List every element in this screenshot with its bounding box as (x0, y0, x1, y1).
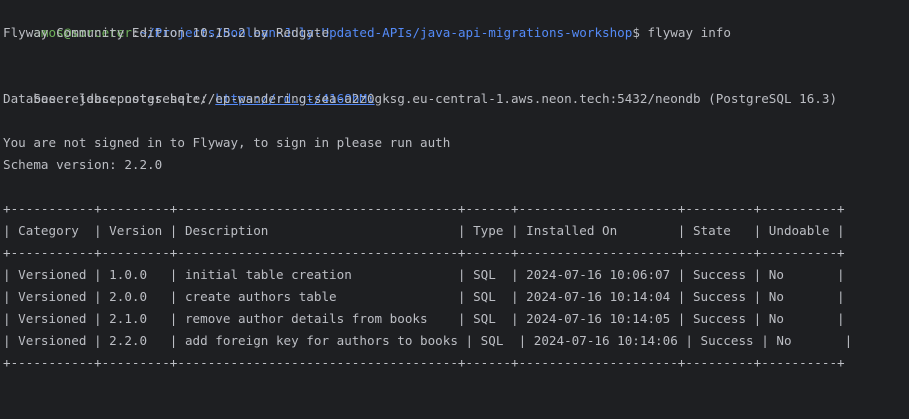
table-border-top: +-----------+---------+-----------------… (3, 201, 845, 216)
table-border-bottom: +-----------+---------+-----------------… (3, 355, 845, 370)
terminal-window[interactable]: amos@sorcerer:~/Projects/Boolean-July-Up… (0, 0, 909, 419)
command-text: flyway info (647, 25, 731, 40)
prompt-symbol: $ (632, 25, 648, 40)
table-header-row: | Category | Version | Description | Typ… (3, 223, 845, 238)
prompt-line: amos@sorcerer:~/Projects/Boolean-July-Up… (3, 0, 731, 40)
table-row: | Versioned | 2.1.0 | remove author deta… (3, 311, 845, 326)
table-row: | Versioned | 1.0.0 | initial table crea… (3, 267, 845, 282)
table-row: | Versioned | 2.0.0 | create authors tab… (3, 289, 845, 304)
prompt-line[interactable]: amos@sorcerer:~/Projects/Boolean-July-Up… (3, 396, 656, 418)
edition-line: Flyway Community Edition 10.15.2 by Redg… (3, 25, 330, 40)
table-border-header: +-----------+---------+-----------------… (3, 245, 845, 260)
signin-line: You are not signed in to Flyway, to sign… (3, 135, 451, 150)
schema-version-line: Schema version: 2.2.0 (3, 157, 163, 172)
database-line: Database: jdbc:postgresql://ep-wandering… (3, 91, 838, 106)
table-row: | Versioned | 2.2.0 | add foreign key fo… (3, 333, 853, 348)
release-notes-line: See release notes here: https://rd.gt/41… (3, 66, 374, 106)
